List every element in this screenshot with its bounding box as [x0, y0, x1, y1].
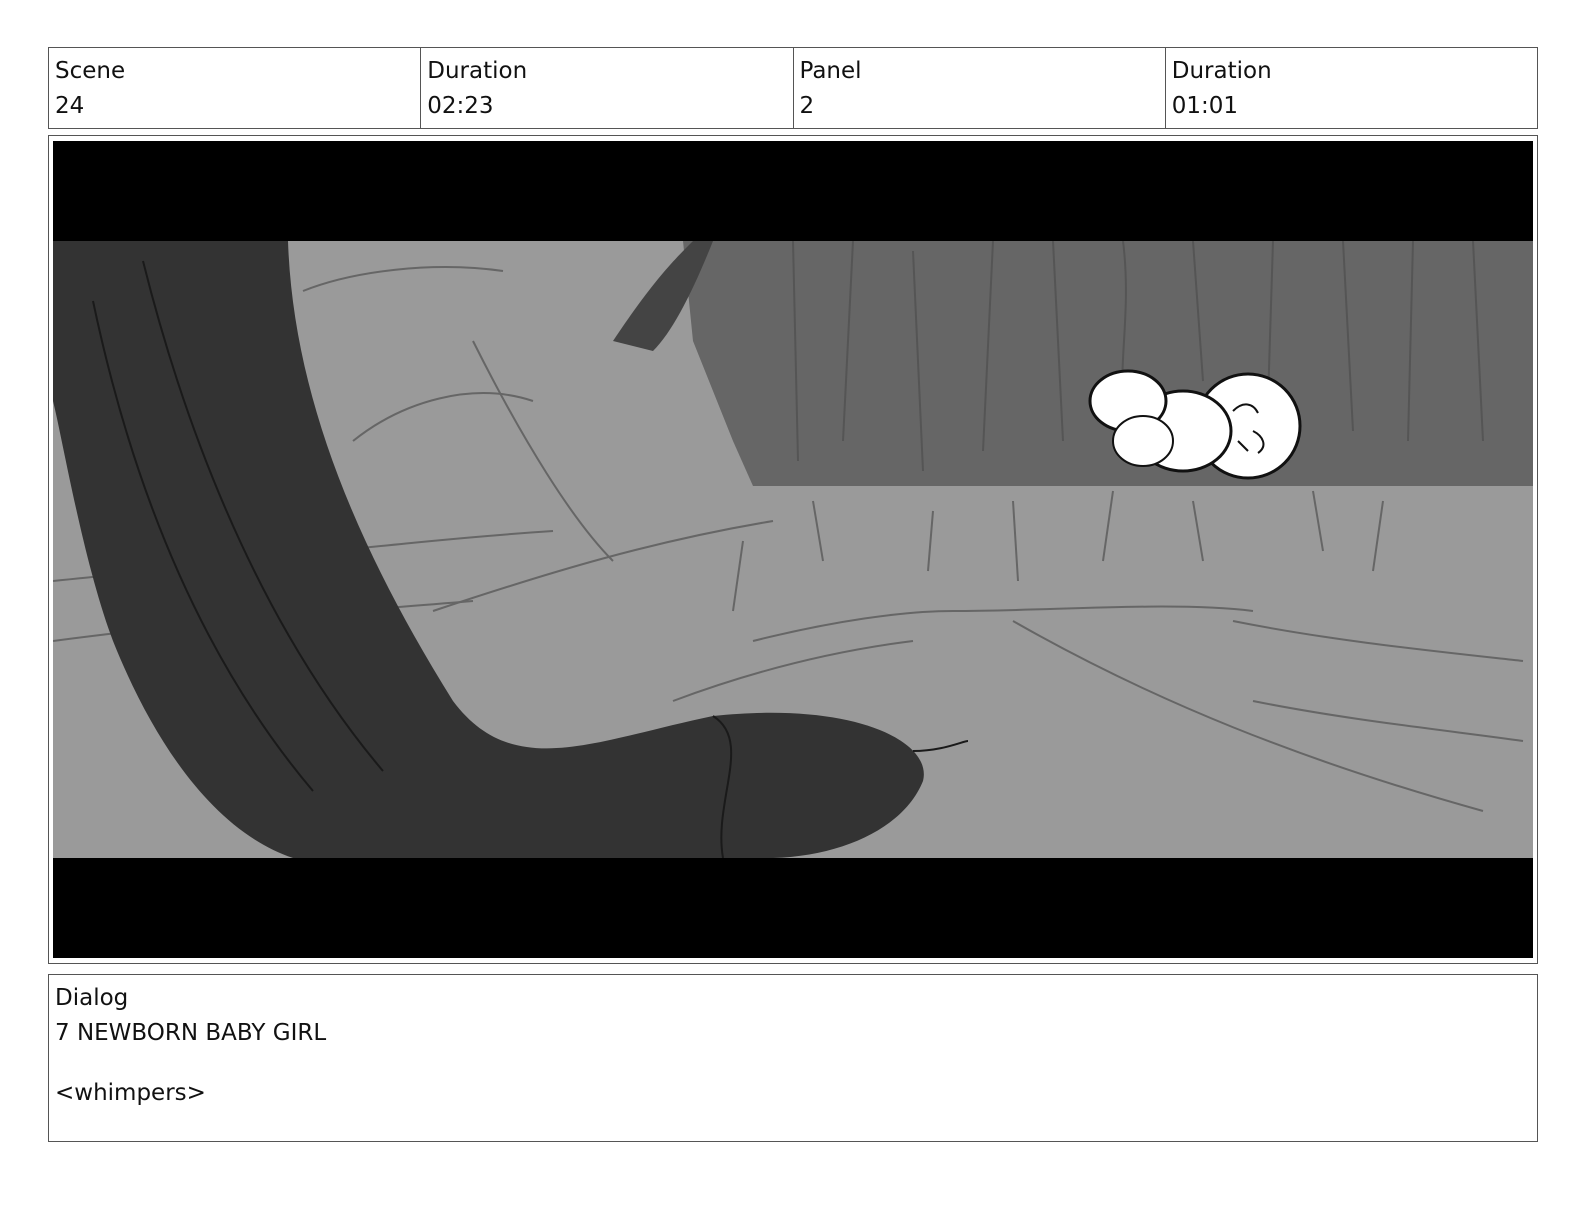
scene-duration-label: Duration — [427, 58, 528, 84]
scene-value: 24 — [55, 93, 85, 119]
panel-label: Panel — [799, 58, 862, 84]
dialog-speaker: 7 NEWBORN BABY GIRL — [55, 1020, 327, 1046]
scene-duration-cell: Duration 02:23 — [421, 48, 794, 128]
scene-duration-value: 02:23 — [427, 93, 494, 119]
storyboard-sketch — [53, 141, 1533, 958]
panel-duration-label: Duration — [1171, 58, 1272, 84]
panel-value: 2 — [799, 93, 815, 119]
panel-info-header: Scene 24 Duration 02:23 Panel 2 Duration… — [48, 47, 1538, 129]
dialog-box: Dialog 7 NEWBORN BABY GIRL <whimpers> — [48, 974, 1538, 1142]
scene-label: Scene — [55, 58, 126, 84]
scene-cell: Scene 24 — [49, 48, 422, 128]
dialog-line: <whimpers> — [55, 1080, 206, 1106]
dialog-label: Dialog — [55, 985, 129, 1011]
letterbox-top — [53, 141, 1533, 241]
storyboard-frame — [48, 135, 1538, 964]
panel-duration-cell: Duration 01:01 — [1166, 48, 1537, 128]
panel-cell: Panel 2 — [794, 48, 1166, 128]
cliff-shape — [683, 241, 1533, 486]
panel-duration-value: 01:01 — [1171, 93, 1239, 119]
letterbox-bottom — [53, 858, 1533, 958]
